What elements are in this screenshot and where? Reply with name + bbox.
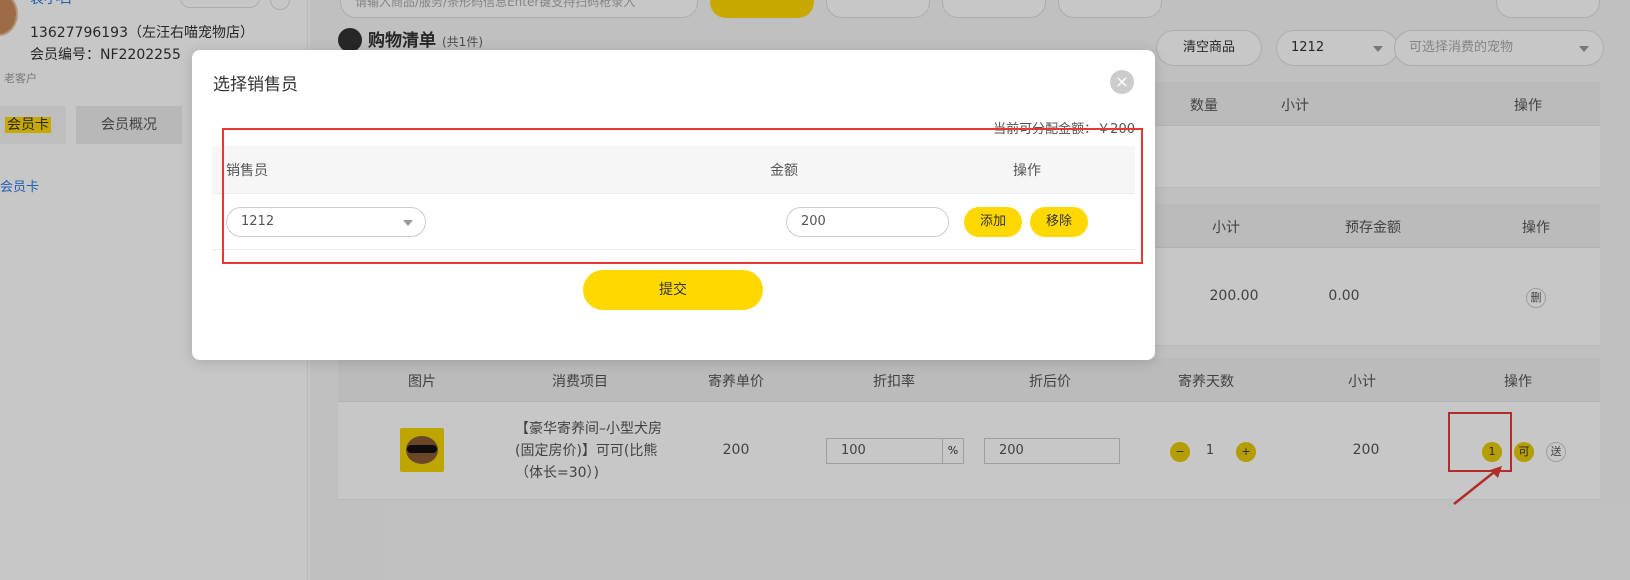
highlight-box	[222, 128, 1143, 264]
close-icon[interactable]: ×	[1110, 70, 1134, 94]
submit-button[interactable]: 提交	[583, 270, 763, 310]
dialog-title: 选择销售员	[213, 75, 298, 95]
